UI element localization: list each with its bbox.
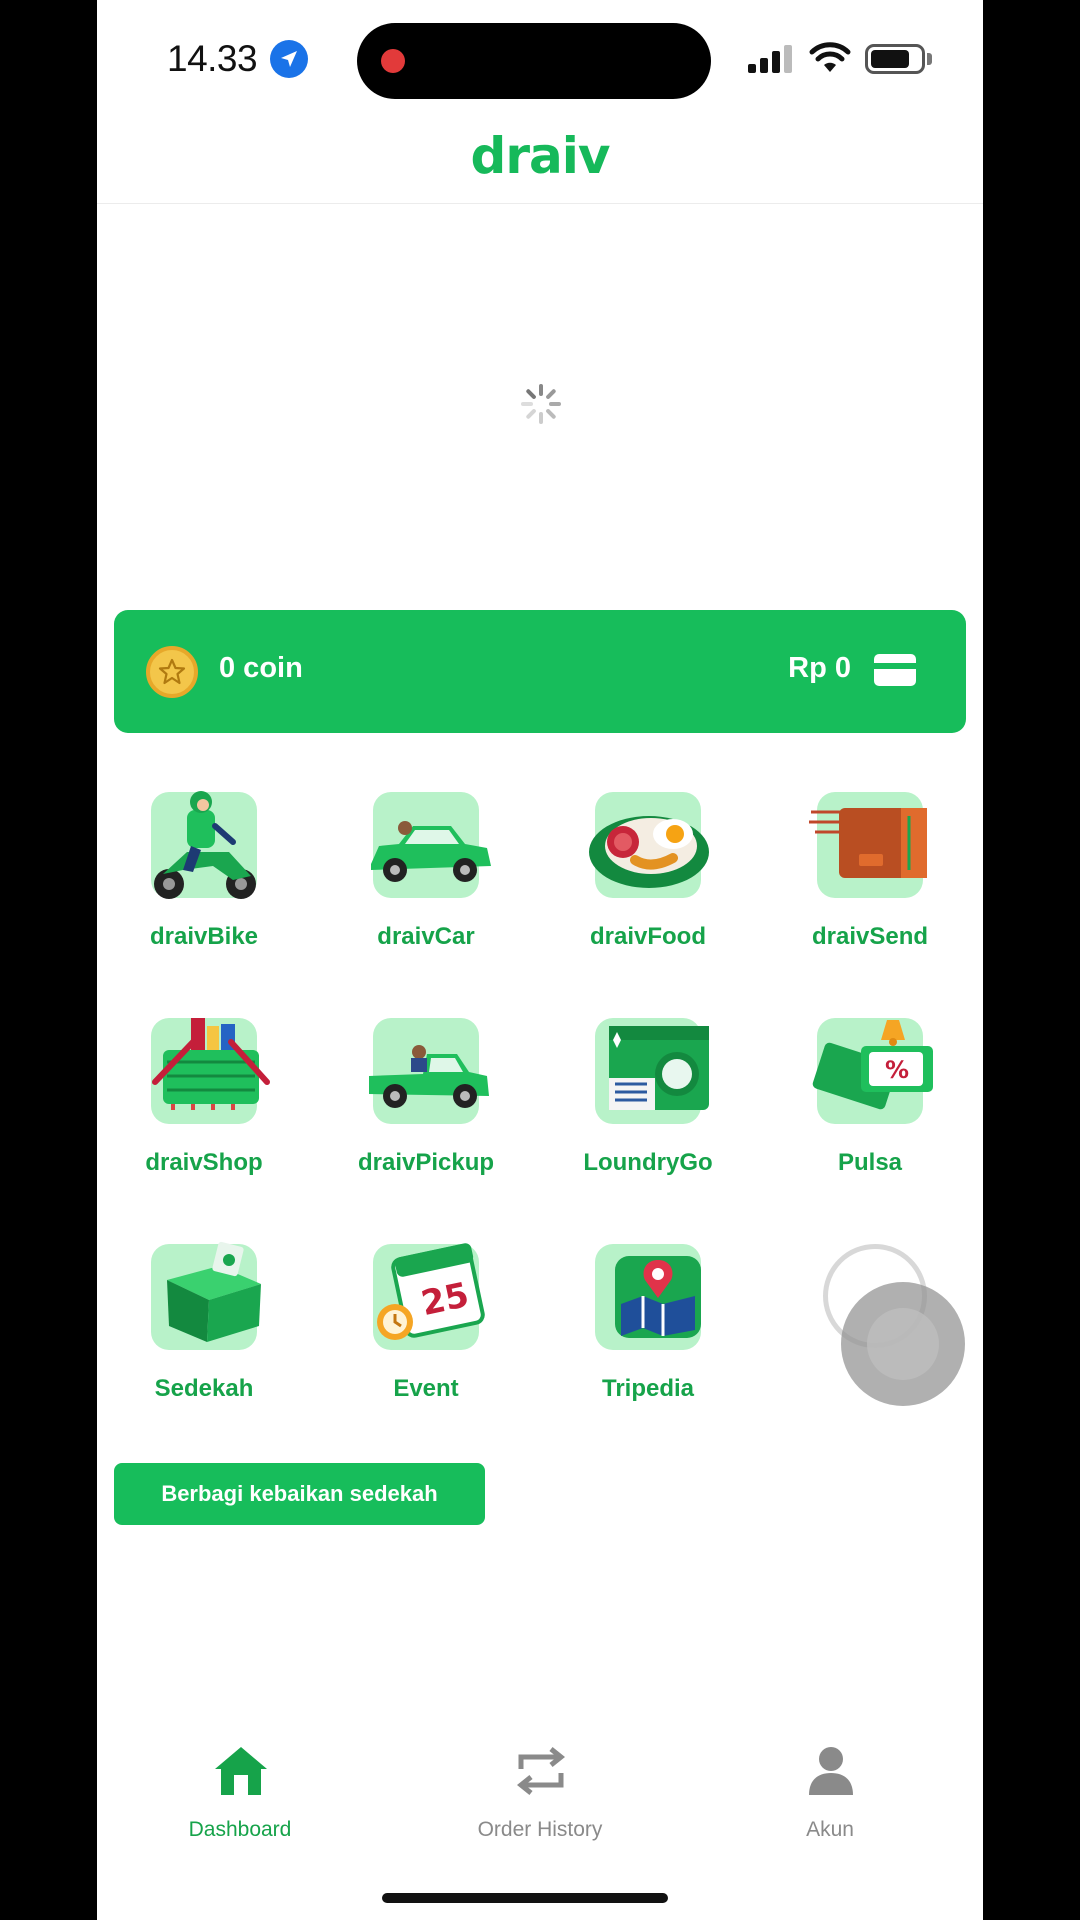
app-header: draiv <box>97 120 983 204</box>
svg-text:%: % <box>885 1056 909 1084</box>
status-time: 14.33 <box>167 38 258 79</box>
calendar-icon: 25 <box>373 1243 485 1350</box>
washing-machine-icon <box>595 1018 709 1124</box>
home-indicator[interactable] <box>382 1893 668 1903</box>
floating-button-core <box>867 1308 939 1380</box>
cellular-signal-icon <box>748 43 796 73</box>
battery-icon <box>865 44 925 74</box>
service-event[interactable]: 25 Event <box>319 1222 519 1422</box>
service-label: Tripedia <box>601 1375 695 1402</box>
nav-order-history[interactable]: Order History <box>430 1745 650 1845</box>
nav-label: Order History <box>477 1818 603 1841</box>
phone-screen: 14.33 draiv 0 coin Rp 0 draivBike draivC… <box>97 0 983 1920</box>
wallet-bar[interactable]: 0 coin Rp 0 <box>114 610 966 733</box>
nav-akun[interactable]: Akun <box>720 1745 940 1845</box>
home-icon <box>215 1747 267 1795</box>
bottom-nav: Dashboard Order History Akun <box>97 1745 983 1855</box>
service-label: LoundryGo <box>583 1149 713 1176</box>
loading-spinner-icon <box>521 384 561 424</box>
status-bar: 14.33 <box>97 0 983 120</box>
service-draivshop[interactable]: draivShop <box>97 996 297 1196</box>
service-label: draivFood <box>589 923 706 950</box>
service-label: draivCar <box>377 923 475 950</box>
banner-carousel[interactable] <box>97 205 983 605</box>
service-draivfood[interactable]: draivFood <box>541 770 741 970</box>
donation-box-icon <box>151 1241 261 1350</box>
service-draivsend[interactable]: draivSend <box>763 770 963 970</box>
battery-cap <box>927 53 932 65</box>
service-tripedia[interactable]: Tripedia <box>541 1222 741 1422</box>
user-icon <box>809 1747 853 1795</box>
recording-indicator-icon <box>381 49 405 73</box>
service-label: Event <box>393 1375 459 1402</box>
car-icon <box>371 792 491 898</box>
coin-balance[interactable]: 0 coin <box>219 652 303 685</box>
battery-level <box>871 50 909 68</box>
credit-card-icon[interactable] <box>874 654 916 686</box>
service-draivbike[interactable]: draivBike <box>97 770 297 970</box>
motorbike-icon <box>151 791 257 899</box>
package-icon <box>809 792 927 898</box>
shopping-basket-icon <box>151 1018 270 1124</box>
nav-dashboard[interactable]: Dashboard <box>130 1745 350 1845</box>
nav-label: Akun <box>806 1818 854 1841</box>
service-label: draivBike <box>149 923 259 950</box>
coin-star-icon <box>146 646 198 698</box>
food-plate-icon <box>589 792 709 898</box>
location-arrow-icon <box>270 40 308 78</box>
service-sedekah[interactable]: Sedekah <box>97 1222 297 1422</box>
floating-action-button[interactable] <box>841 1282 965 1406</box>
service-pulsa[interactable]: % Pulsa <box>763 996 963 1196</box>
service-label: Sedekah <box>154 1375 254 1402</box>
service-label: draivPickup <box>357 1149 495 1176</box>
service-label: Pulsa <box>837 1149 903 1176</box>
service-draivcar[interactable]: draivCar <box>319 770 519 970</box>
dynamic-island <box>357 23 711 99</box>
service-draivpickup[interactable]: draivPickup <box>319 996 519 1196</box>
pickup-truck-icon <box>369 1018 489 1124</box>
service-label: draivSend <box>811 923 929 950</box>
wallet-balance[interactable]: Rp 0 <box>788 652 851 685</box>
voucher-icon: % <box>812 1018 933 1124</box>
service-label: draivShop <box>145 1149 263 1176</box>
map-pin-icon <box>595 1244 701 1350</box>
wifi-icon <box>809 42 851 72</box>
sedekah-cta-button[interactable]: Berbagi kebaikan sedekah <box>114 1463 485 1525</box>
service-loundrygo[interactable]: LoundryGo <box>541 996 741 1196</box>
app-logo: draiv <box>470 127 611 185</box>
repeat-icon <box>516 1747 566 1795</box>
nav-label: Dashboard <box>188 1818 292 1841</box>
